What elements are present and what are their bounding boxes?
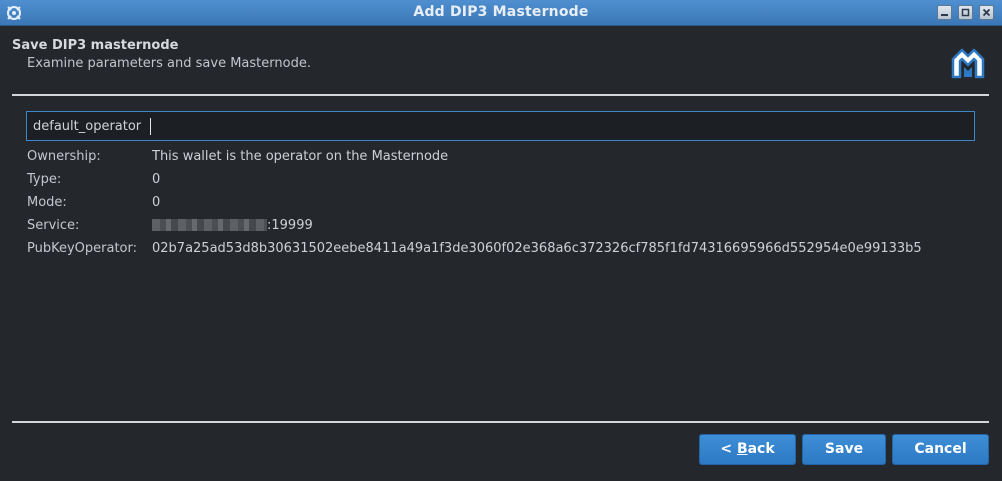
maximize-button[interactable] [958, 5, 973, 20]
minimize-icon [941, 14, 948, 16]
mode-value: 0 [152, 195, 161, 210]
minimize-button[interactable] [937, 5, 952, 20]
header-separator [12, 94, 989, 96]
type-value: 0 [152, 172, 161, 187]
close-button[interactable] [979, 5, 994, 20]
pubkey-value: 02b7a25ad53d8b30631502eebe8411a49a1f3de3… [152, 241, 922, 256]
dash-logo-icon [951, 48, 985, 79]
window-title: Add DIP3 Masternode [413, 4, 589, 20]
mode-label: Mode: [27, 195, 67, 210]
text-cursor [150, 118, 151, 135]
pubkey-label: PubKeyOperator: [27, 241, 138, 256]
cancel-button[interactable]: Cancel [892, 434, 989, 465]
wizard-header: Save DIP3 masternode Examine parameters … [12, 38, 311, 71]
service-label: Service: [27, 218, 80, 233]
close-icon [982, 8, 991, 17]
type-label: Type: [27, 172, 62, 187]
page-title: Save DIP3 masternode [12, 38, 179, 53]
masternode-name-input[interactable] [26, 111, 975, 141]
service-value: :19999 [152, 217, 313, 235]
maximize-icon [961, 8, 970, 17]
footer-separator [12, 421, 989, 423]
service-port: :19999 [267, 218, 313, 233]
redacted-ip-address [152, 218, 267, 231]
back-button[interactable]: < Back [699, 434, 796, 465]
ownership-value: This wallet is the operator on the Maste… [152, 149, 449, 164]
page-subtitle: Examine parameters and save Masternode. [27, 56, 311, 71]
title-bar[interactable]: Add DIP3 Masternode [0, 0, 1002, 26]
ownership-label: Ownership: [27, 149, 101, 164]
save-button[interactable]: Save [802, 434, 886, 465]
